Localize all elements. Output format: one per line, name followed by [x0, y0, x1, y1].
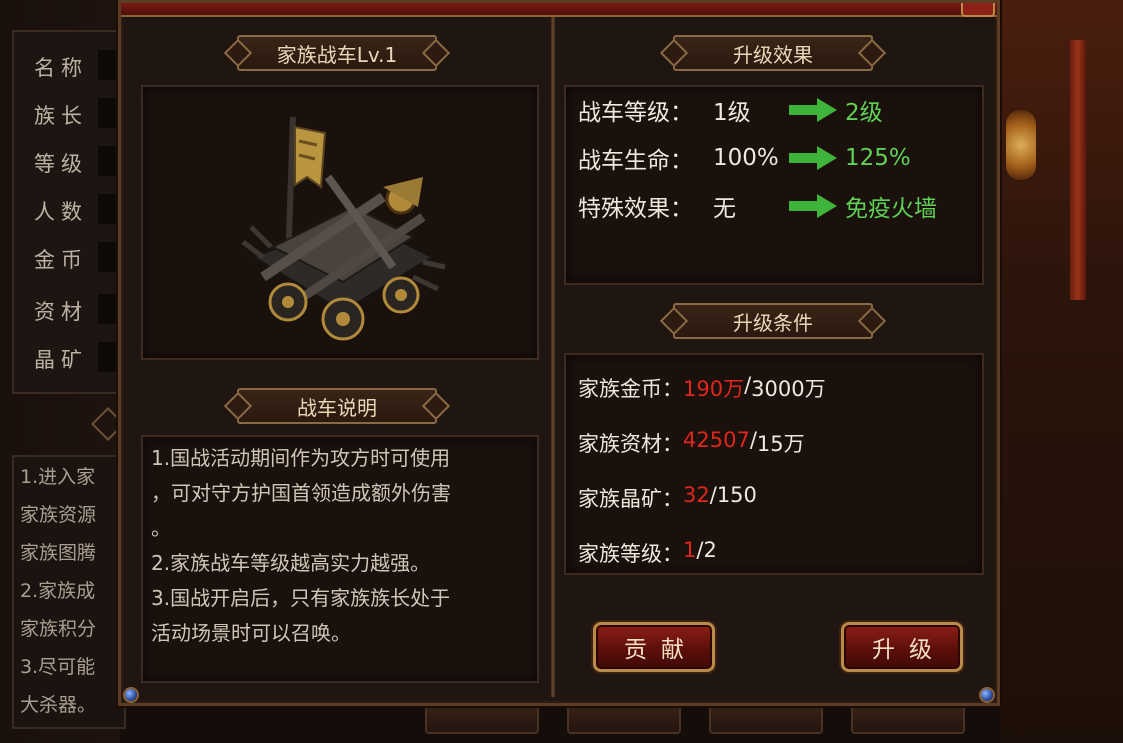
requirement-label: 家族等级： — [578, 542, 683, 566]
effect-row-hp: 战车生命： 100% 125% — [578, 143, 911, 174]
effect-row-special: 特殊效果： 无 免疫火墙 — [578, 191, 937, 222]
info-value-cell — [98, 146, 116, 176]
info-value-cell — [98, 194, 116, 224]
description-box: 1.国战活动期间作为攻方时可使用 ，可对守方护国首领造成额外伤害 。 2.家族战… — [141, 435, 539, 683]
requirement-needed: 15万 — [756, 432, 805, 456]
corner-gem-icon — [123, 687, 139, 703]
corner-gem-icon — [979, 687, 995, 703]
chariot-title-banner: 家族战车Lv.1 — [237, 35, 437, 71]
dialog-title-bar — [121, 3, 997, 17]
description-title-banner: 战车说明 — [237, 388, 437, 424]
lantern-icon — [1006, 110, 1036, 180]
description-line: 1.国战活动期间作为攻方时可使用 — [151, 446, 451, 470]
close-button[interactable] — [961, 3, 995, 17]
war-chariot-icon — [241, 116, 446, 341]
requirement-current: 190万 — [683, 377, 745, 401]
upgrade-condition-box: 家族金币： 190万 / 3000万 家族资材： 42507 / 15万 家族晶… — [564, 353, 984, 575]
requirement-materials: 家族资材： 42507 / 15万 — [578, 428, 805, 458]
effect-next: 2级 — [845, 100, 883, 126]
effect-label: 战车等级： — [578, 100, 693, 126]
effect-current: 无 — [713, 196, 736, 222]
requirement-separator: / — [709, 483, 717, 507]
upgrade-condition-banner: 升级条件 — [673, 303, 873, 339]
requirement-gold: 家族金币： 190万 / 3000万 — [578, 373, 826, 403]
note-line: 1.进入家 — [20, 466, 96, 488]
requirement-current: 32 — [683, 483, 710, 507]
upgrade-button[interactable]: 升级 — [841, 622, 963, 672]
description-line: 3.国战开启后，只有家族族长处于 — [151, 586, 451, 610]
description-line: 。 — [151, 516, 171, 540]
requirement-label: 家族金币： — [578, 377, 683, 401]
info-label-materials: 资材 — [34, 300, 88, 324]
description-line: 活动场景时可以召唤。 — [151, 621, 351, 645]
contribute-button[interactable]: 贡献 — [593, 622, 715, 672]
effect-next: 免疫火墙 — [845, 196, 937, 222]
info-value-cell — [98, 294, 116, 324]
note-line: 大杀器。 — [20, 694, 97, 716]
effect-row-level: 战车等级： 1级 2级 — [578, 95, 883, 126]
effect-label: 特殊效果： — [578, 196, 693, 222]
info-label-leader: 族长 — [34, 104, 88, 128]
upgrade-arrow-icon — [789, 98, 837, 122]
upgrade-arrow-icon — [789, 146, 837, 170]
chariot-preview-box — [141, 85, 539, 360]
info-label-name: 名称 — [34, 56, 88, 80]
note-line: 家族资源 — [20, 504, 97, 526]
requirement-separator: / — [749, 428, 757, 452]
requirement-current: 1 — [683, 538, 697, 562]
column-divider — [551, 17, 555, 697]
effect-current: 1级 — [713, 100, 751, 126]
effect-current: 100% — [713, 145, 779, 171]
requirement-separator: / — [696, 538, 704, 562]
description-line: 2.家族战车等级越高实力越强。 — [151, 551, 431, 575]
requirement-label: 家族资材： — [578, 432, 683, 456]
info-value-cell — [98, 342, 116, 372]
info-value-cell — [98, 242, 116, 272]
info-label-members: 人数 — [34, 200, 88, 224]
note-line: 家族图腾 — [20, 542, 97, 564]
upgrade-effect-banner: 升级效果 — [673, 35, 873, 71]
info-value-cell — [98, 50, 116, 80]
requirement-crystal: 家族晶矿： 32 / 150 — [578, 483, 757, 513]
effect-label: 战车生命： — [578, 148, 693, 174]
note-line: 3.尽可能 — [20, 656, 96, 678]
info-value-cell — [98, 98, 116, 128]
note-line: 2.家族成 — [20, 580, 96, 602]
requirement-label: 家族晶矿： — [578, 487, 683, 511]
family-chariot-dialog: 家族战车Lv.1 战车说明 1.国战活动期间作为攻方时可使用 ，可对守方护国首领… — [118, 0, 1000, 706]
description-line: ，可对守方护国首领造成额外伤害 — [151, 481, 451, 505]
description-text: 1.国战活动期间作为攻方时可使用 ，可对守方护国首领造成额外伤害 。 2.家族战… — [151, 441, 531, 651]
requirement-needed: 3000万 — [751, 377, 826, 401]
requirement-separator: / — [744, 373, 752, 397]
requirement-needed: 2 — [703, 538, 717, 562]
requirement-current: 42507 — [683, 428, 750, 452]
info-label-level: 等级 — [34, 152, 88, 176]
scene-pillar — [1070, 40, 1086, 300]
requirement-needed: 150 — [716, 483, 757, 507]
effect-next: 125% — [845, 145, 911, 171]
upgrade-arrow-icon — [789, 194, 837, 218]
info-label-crystal: 晶矿 — [34, 348, 88, 372]
info-label-gold: 金币 — [34, 248, 88, 272]
requirement-family-level: 家族等级： 1 / 2 — [578, 538, 717, 568]
upgrade-effect-box: 战车等级： 1级 2级 战车生命： 100% 125% 特殊效果： 无 免疫火墙 — [564, 85, 984, 285]
note-line: 家族积分 — [20, 618, 97, 640]
